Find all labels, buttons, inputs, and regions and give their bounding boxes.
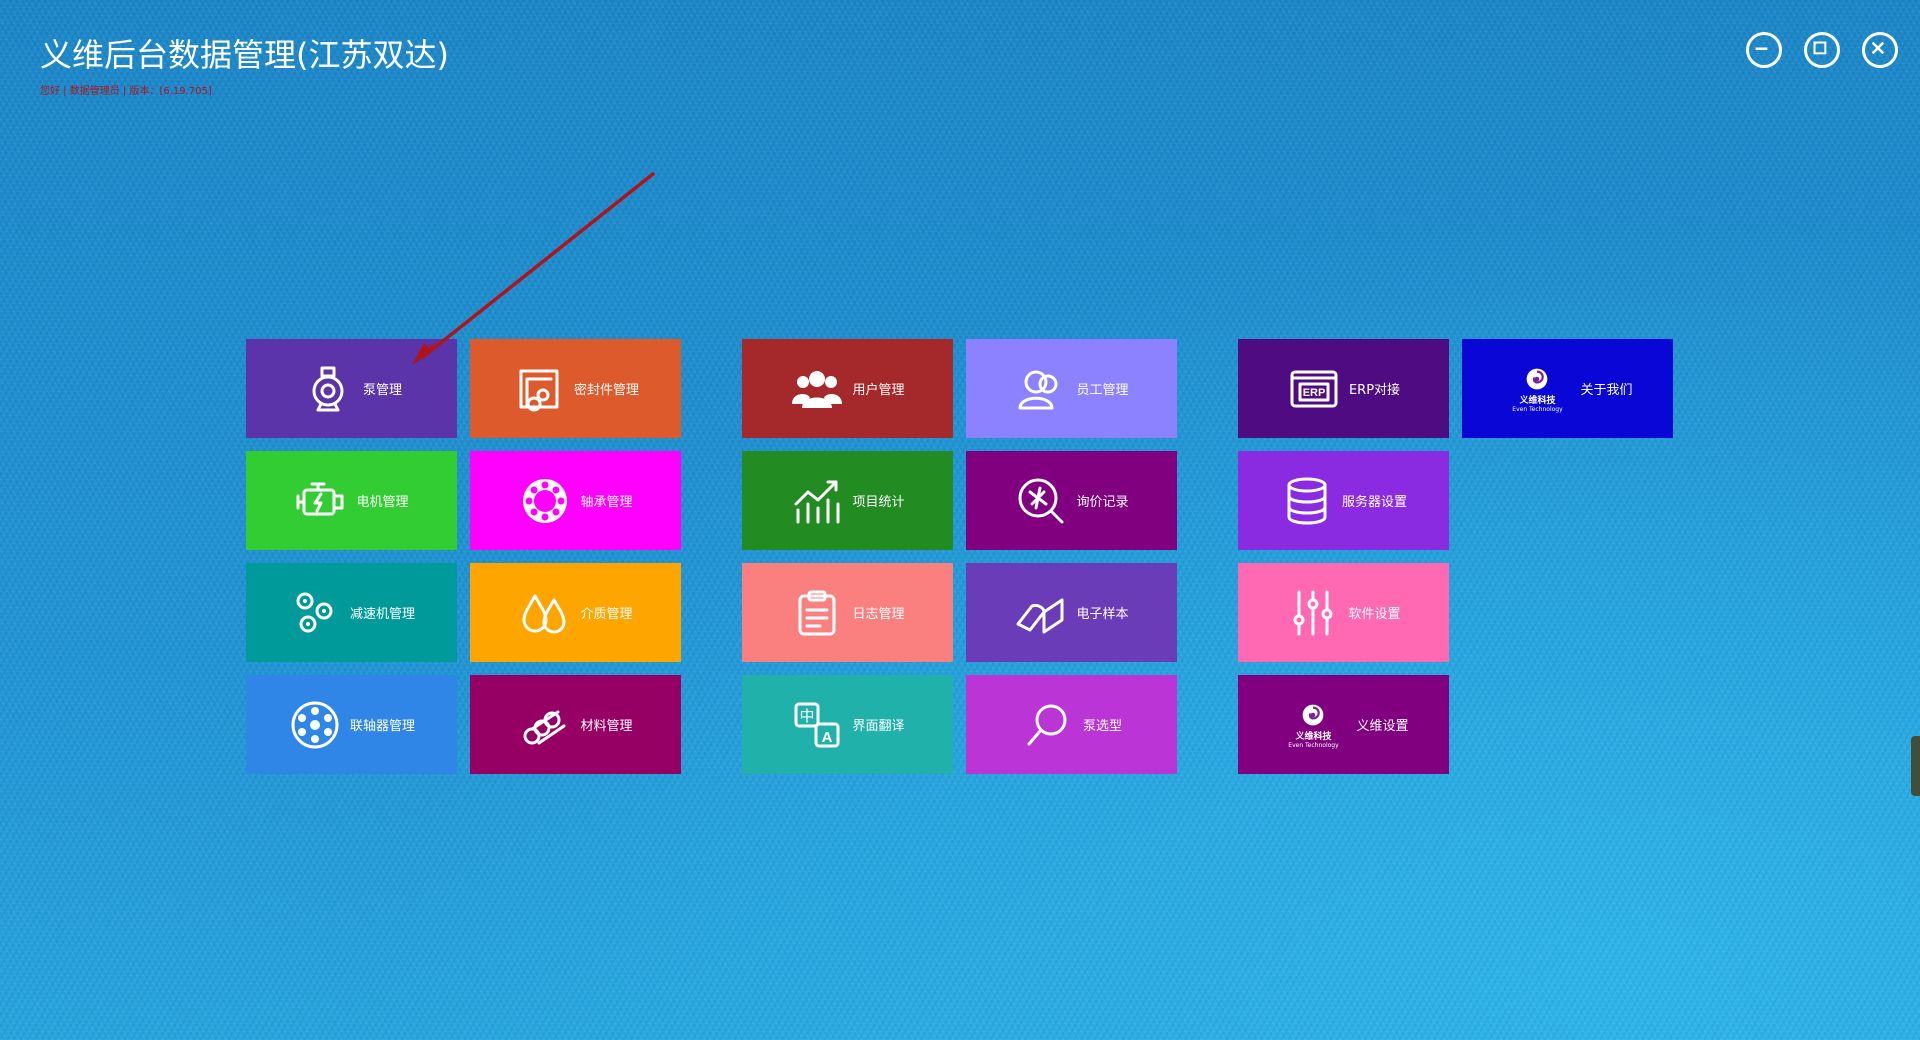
close-button[interactable] [1862, 32, 1898, 68]
maximize-button[interactable] [1804, 32, 1840, 68]
pump-icon [301, 362, 355, 416]
tile-4[interactable]: 员工管理 [966, 339, 1177, 438]
logo-chinese-text: 义维科技 [1519, 395, 1556, 406]
tile-5[interactable]: ERP ERP对接 [1238, 339, 1449, 438]
logo-english-text: Even Technology [1288, 741, 1339, 749]
tile-17[interactable]: 联轴器管理 [246, 675, 457, 774]
tile-label: 服务器设置 [1341, 495, 1407, 510]
tile-20[interactable]: 泵选型 [966, 675, 1177, 774]
tile-label: 轴承管理 [580, 495, 633, 510]
tile-13[interactable]: 介质管理 [470, 563, 681, 662]
tile-21[interactable]: 义维科技 Even Technology 义维设置 [1238, 675, 1449, 774]
tile-18[interactable]: 材料管理 [470, 675, 681, 774]
even-logo-icon: 义维科技 Even Technology [1502, 362, 1572, 416]
material-icon [518, 698, 572, 752]
tile-label: 电机管理 [356, 495, 409, 510]
inquiry-icon [1014, 474, 1068, 528]
tile-label: 泵选型 [1082, 719, 1122, 734]
minimize-button[interactable] [1746, 32, 1782, 68]
employee-icon [1014, 362, 1068, 416]
logo-chinese-text: 义维科技 [1295, 731, 1332, 742]
tile-15[interactable]: 电子样本 [966, 563, 1177, 662]
tile-label: 关于我们 [1580, 383, 1633, 398]
sliders-icon [1286, 586, 1340, 640]
tile-14[interactable]: 日志管理 [742, 563, 953, 662]
users-icon [790, 362, 844, 416]
drops-icon [518, 586, 572, 640]
tile-3[interactable]: 用户管理 [742, 339, 953, 438]
edge-handle[interactable] [1911, 736, 1920, 796]
app-title: 义维后台数据管理(江苏双达) [40, 36, 449, 74]
tile-label: 电子样本 [1076, 607, 1129, 622]
tile-label: 询价记录 [1076, 495, 1129, 510]
tile-label: 联轴器管理 [349, 719, 415, 734]
tile-label: 材料管理 [580, 719, 633, 734]
svg-text:中: 中 [800, 707, 815, 725]
tile-label: 界面翻译 [852, 719, 905, 734]
status-line: 您好 | 数据管理员 | 版本：[6.19.705] [40, 86, 212, 97]
tile-label: 用户管理 [852, 383, 905, 398]
tile-label: 软件设置 [1348, 607, 1401, 622]
motor-icon [294, 474, 348, 528]
minus-circle-icon [1755, 47, 1768, 50]
tile-label: 泵管理 [362, 383, 402, 398]
tile-label: 项目统计 [852, 495, 905, 510]
even-logo-icon: 义维科技 Even Technology [1278, 698, 1348, 752]
logo-english-text: Even Technology [1512, 405, 1563, 413]
clipboard-icon [790, 586, 844, 640]
tile-label: 减速机管理 [349, 607, 415, 622]
tile-label: 密封件管理 [573, 383, 639, 398]
tile-7[interactable]: 电机管理 [246, 451, 457, 550]
tile-label: ERP对接 [1348, 383, 1401, 398]
gears-icon [288, 586, 342, 640]
tile-19[interactable]: 中 A 界面翻译 [742, 675, 953, 774]
restore-window-icon [1813, 41, 1827, 55]
bearing-icon [518, 474, 572, 528]
translate-icon: 中A [790, 698, 844, 752]
tile-6[interactable]: 义维科技 Even Technology 关于我们 [1462, 339, 1673, 438]
search-icon [1021, 698, 1075, 752]
tile-10[interactable]: 询价记录 [966, 451, 1177, 550]
chart-icon [790, 474, 844, 528]
erp-icon: ERP [1287, 362, 1341, 416]
tile-8[interactable]: 轴承管理 [470, 451, 681, 550]
tile-12[interactable]: 减速机管理 [246, 563, 457, 662]
tile-16[interactable]: 软件设置 [1238, 563, 1449, 662]
tile-11[interactable]: 服务器设置 [1238, 451, 1449, 550]
tile-9[interactable]: 项目统计 [742, 451, 953, 550]
tile-label: 日志管理 [852, 607, 905, 622]
seal-icon [512, 362, 566, 416]
coupling-icon [288, 698, 342, 752]
svg-text:A: A [822, 729, 833, 746]
svg-text:ERP: ERP [1303, 387, 1326, 399]
tile-label: 介质管理 [580, 607, 633, 622]
close-circle-icon [1872, 42, 1884, 54]
window-controls [1746, 32, 1898, 68]
book-icon [1014, 586, 1068, 640]
database-icon [1280, 474, 1334, 528]
tile-label: 员工管理 [1076, 383, 1129, 398]
tile-label: 义维设置 [1356, 719, 1409, 734]
tile-1[interactable]: 泵管理 [246, 339, 457, 438]
tile-2[interactable]: 密封件管理 [470, 339, 681, 438]
